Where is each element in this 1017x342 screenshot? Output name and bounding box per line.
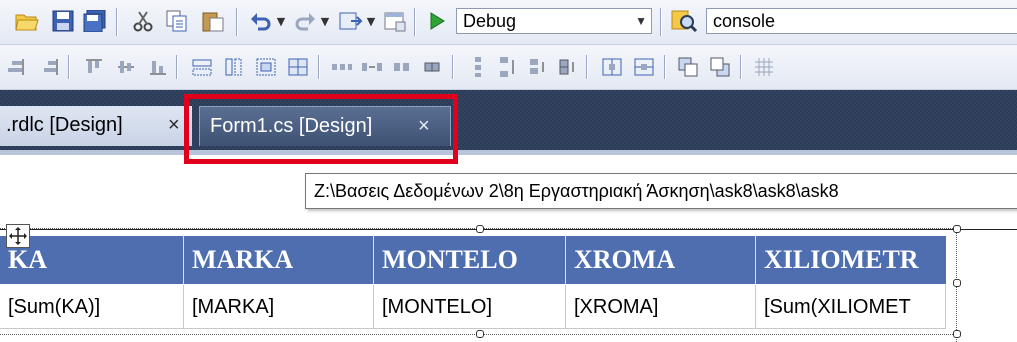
chevron-down-icon[interactable]: ▼	[635, 9, 647, 33]
navigate-icon[interactable]	[338, 8, 364, 34]
make-same-width-icon[interactable]	[190, 55, 214, 79]
toolbar-separator	[664, 55, 665, 79]
start-debugging-icon[interactable]	[424, 8, 450, 34]
paste-icon[interactable]	[200, 8, 226, 34]
make-same-height-icon[interactable]	[222, 55, 246, 79]
table-data-cell[interactable]: [XROMA]	[566, 285, 756, 329]
center-vertically-icon[interactable]	[632, 55, 656, 79]
toolbar-separator	[116, 8, 117, 36]
bring-to-front-icon[interactable]	[676, 55, 700, 79]
standard-toolbar: ▼ ▼ ▼ Debug ▼ console	[0, 0, 1017, 45]
toolbar-separator	[236, 8, 237, 36]
horizontal-spacing-remove-icon[interactable]	[420, 55, 444, 79]
highlight-annotation	[184, 94, 458, 164]
align-right-icon[interactable]	[4, 55, 28, 79]
align-tops-icon[interactable]	[82, 55, 106, 79]
table-header-cell[interactable]: XROMA	[566, 236, 756, 284]
copy-icon[interactable]	[164, 8, 190, 34]
layout-icon[interactable]	[382, 8, 408, 34]
vertical-spacing-decrease-icon[interactable]	[526, 55, 550, 79]
table-header-cell[interactable]: XILIOMETR	[756, 236, 946, 284]
toolbar-separator	[414, 8, 415, 36]
find-combo[interactable]: console	[706, 8, 1017, 34]
save-all-icon[interactable]	[82, 8, 108, 34]
toolbar-separator	[176, 55, 177, 79]
tab-report-design[interactable]: .rdlc [Design] ×	[0, 106, 192, 146]
redo-icon[interactable]	[292, 8, 318, 34]
align-bottoms-icon[interactable]	[146, 55, 170, 79]
toolbar-separator	[318, 55, 319, 79]
tooltip-text: Z:\Βασεις Δεδομένων 2\8η Εργαστηριακή Άσ…	[314, 181, 839, 201]
toolbar-separator	[740, 55, 741, 79]
tab-report-design-label: .rdlc [Design]	[6, 114, 123, 136]
align-middles-icon[interactable]	[114, 55, 138, 79]
table-data-cell[interactable]: [MARKA]	[184, 285, 374, 329]
table-header-cell[interactable]: MONTELO	[374, 236, 566, 284]
layout-toolbar	[0, 45, 1017, 90]
align-to-grid-icon[interactable]	[752, 55, 776, 79]
vertical-spacing-remove-icon[interactable]	[556, 55, 580, 79]
move-handle-icon[interactable]	[6, 224, 30, 248]
make-same-size-icon[interactable]	[286, 55, 310, 79]
size-to-grid-icon[interactable]	[254, 55, 278, 79]
center-horizontally-icon[interactable]	[600, 55, 624, 79]
horizontal-spacing-increase-icon[interactable]	[360, 55, 384, 79]
save-icon[interactable]	[50, 8, 76, 34]
resize-handle[interactable]	[953, 279, 961, 287]
horizontal-spacing-decrease-icon[interactable]	[390, 55, 414, 79]
find-in-files-icon[interactable]	[668, 8, 700, 34]
resize-handle[interactable]	[953, 330, 961, 338]
close-icon[interactable]: ×	[168, 106, 180, 144]
vertical-spacing-equal-icon[interactable]	[466, 55, 490, 79]
find-combo-value: console	[713, 11, 776, 31]
undo-dropdown-icon[interactable]: ▼	[274, 8, 288, 34]
table-data-cell[interactable]: [Sum(KA)]	[0, 285, 184, 329]
document-tab-strip-base	[0, 150, 1017, 155]
redo-dropdown-icon[interactable]: ▼	[318, 8, 332, 34]
resize-handle[interactable]	[476, 225, 484, 233]
send-to-back-icon[interactable]	[708, 55, 732, 79]
vertical-spacing-increase-icon[interactable]	[496, 55, 520, 79]
align-right-edges-icon[interactable]	[38, 55, 62, 79]
table-data-cell[interactable]: [MONTELO]	[374, 285, 566, 329]
toolbar-separator	[68, 55, 69, 79]
resize-handle[interactable]	[476, 330, 484, 338]
open-folder-icon[interactable]	[14, 8, 40, 34]
cut-icon[interactable]	[130, 8, 156, 34]
horizontal-spacing-equal-icon[interactable]	[330, 55, 354, 79]
solution-configuration-combo[interactable]: Debug ▼	[456, 8, 652, 34]
toolbar-separator	[452, 55, 453, 79]
toolbar-separator	[660, 8, 661, 36]
table-header-cell[interactable]: MARKA	[184, 236, 374, 284]
solution-configuration-value: Debug	[463, 11, 517, 31]
tab-path-tooltip: Z:\Βασεις Δεδομένων 2\8η Εργαστηριακή Άσ…	[305, 173, 1017, 209]
resize-handle[interactable]	[953, 225, 961, 233]
undo-icon[interactable]	[248, 8, 274, 34]
navigate-dropdown-icon[interactable]: ▼	[364, 8, 378, 34]
table-data-cell[interactable]: [Sum(XILIOMET	[756, 285, 946, 329]
toolbar-separator	[586, 55, 587, 79]
